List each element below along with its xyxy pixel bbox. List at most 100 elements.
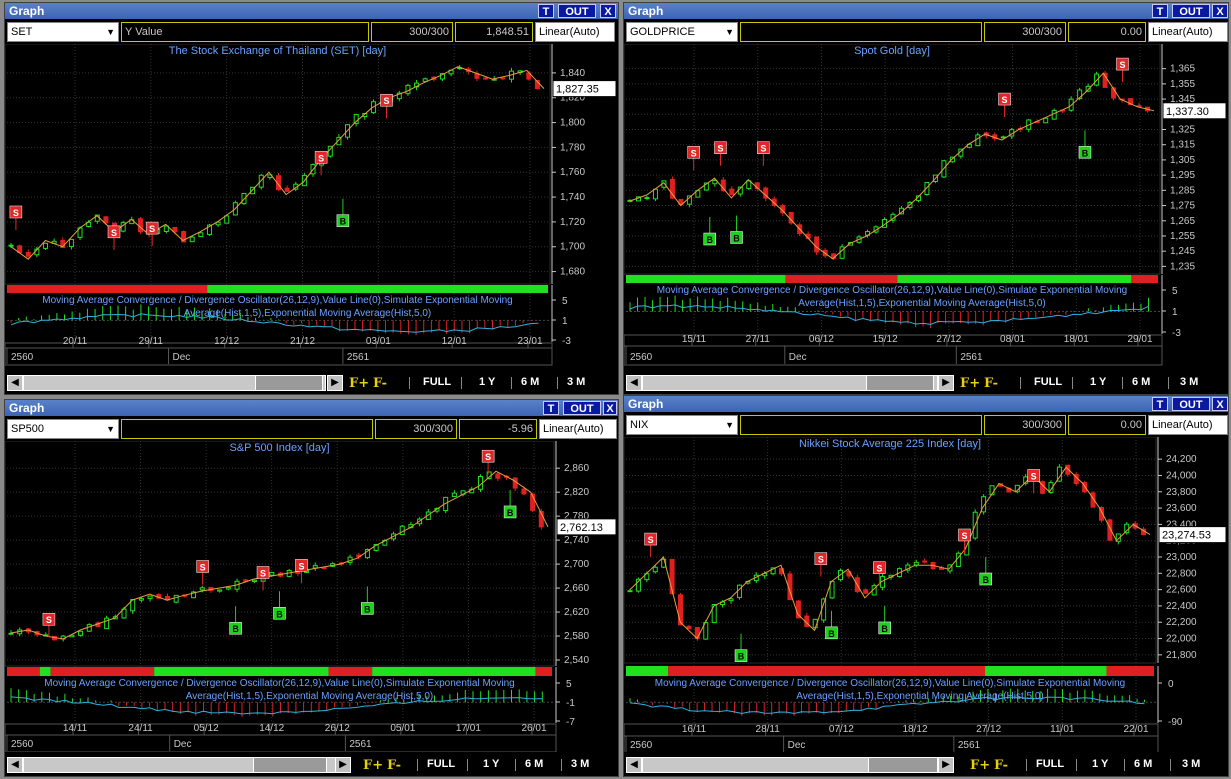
date-tick-label: 15/11	[682, 334, 707, 345]
sell-signal-label: S	[961, 531, 967, 541]
trend-band-segment	[207, 285, 549, 293]
zoom-in-button[interactable]: F+	[960, 376, 980, 391]
window-titlebar[interactable]: Graph T OUT X	[624, 3, 1228, 19]
scale-select[interactable]: Linear(Auto)	[535, 22, 615, 42]
separator	[467, 759, 468, 771]
date-tick-label: 15/12	[873, 334, 898, 345]
y-tick-label: 1,235	[1170, 261, 1195, 272]
full-button[interactable]: FULL	[1034, 376, 1062, 388]
symbol-select[interactable]: GOLDPRICE ▼	[626, 22, 738, 42]
count-value: 300/300	[375, 419, 457, 439]
date-tick-label: 07/12	[829, 724, 854, 735]
symbol-value: GOLDPRICE	[630, 26, 695, 38]
close-button[interactable]: X	[600, 4, 616, 18]
scale-select[interactable]: Linear(Auto)	[539, 419, 617, 439]
six-month-button[interactable]: 6 M	[1134, 758, 1152, 770]
scroll-thumb[interactable]	[255, 375, 323, 391]
date-tick-label: 05/12	[194, 723, 219, 734]
y-tick-label: 1,275	[1170, 201, 1195, 212]
scroll-thumb[interactable]	[866, 375, 934, 391]
scale-select[interactable]: Linear(Auto)	[1148, 22, 1228, 42]
candle	[137, 218, 143, 233]
out-button[interactable]: OUT	[558, 4, 596, 18]
zoom-out-button[interactable]: F-	[387, 758, 401, 773]
window-titlebar[interactable]: Graph T OUT X	[5, 3, 618, 19]
candle	[1000, 136, 1006, 139]
price-chart[interactable]: 1,3651,3551,3451,3351,3251,3151,3051,295…	[624, 44, 1228, 370]
sell-signal-label: S	[648, 535, 654, 545]
close-button[interactable]: X	[1212, 4, 1228, 18]
y-tick-label: 23,600	[1166, 503, 1197, 514]
field-label	[121, 419, 373, 439]
scroll-thumb[interactable]	[868, 757, 938, 773]
candle	[678, 594, 684, 626]
one-year-button[interactable]: 1 Y	[1092, 758, 1108, 770]
scroll-left-icon[interactable]: ◀	[626, 375, 642, 391]
scroll-thumb[interactable]	[253, 757, 327, 773]
t-button[interactable]: T	[543, 401, 559, 415]
scroll-left-icon[interactable]: ◀	[7, 757, 23, 773]
t-button[interactable]: T	[538, 4, 554, 18]
trend-band-segment	[50, 667, 155, 676]
t-button[interactable]: T	[1152, 397, 1168, 411]
t-button[interactable]: T	[1152, 4, 1168, 18]
one-year-button[interactable]: 1 Y	[479, 376, 495, 388]
six-month-button[interactable]: 6 M	[521, 376, 539, 388]
chart-title: The Stock Exchange of Thailand (SET) [da…	[169, 45, 386, 57]
year-label: 2561	[960, 352, 983, 363]
scroll-left-icon[interactable]: ◀	[626, 757, 642, 773]
six-month-button[interactable]: 6 M	[1132, 376, 1150, 388]
three-month-button[interactable]: 3 M	[567, 376, 585, 388]
graph-window-gold: Graph T OUT X GOLDPRICE ▼ 300/300 0.00 Li…	[623, 2, 1229, 395]
year-label: 2560	[630, 352, 653, 363]
window-title: Graph	[628, 397, 664, 411]
osc-tick-label: -1	[566, 698, 575, 709]
symbol-select[interactable]: SET ▼	[7, 22, 119, 42]
close-button[interactable]: X	[603, 401, 617, 415]
out-button[interactable]: OUT	[1172, 397, 1210, 411]
full-button[interactable]: FULL	[427, 758, 455, 770]
zoom-out-button[interactable]: F-	[984, 376, 998, 391]
out-button[interactable]: OUT	[1172, 4, 1210, 18]
three-month-button[interactable]: 3 M	[1180, 376, 1198, 388]
y-tick-label: 24,000	[1166, 470, 1197, 481]
full-button[interactable]: FULL	[423, 376, 451, 388]
zoom-in-button[interactable]: F+	[363, 758, 383, 773]
price-chart[interactable]: 24,20024,00023,80023,60023,40023,20023,0…	[624, 437, 1228, 752]
count-value: 300/300	[984, 22, 1066, 42]
zoom-out-button[interactable]: F-	[994, 758, 1008, 773]
scroll-right-icon[interactable]: ▶	[335, 757, 351, 773]
window-titlebar[interactable]: Graph T OUT X	[624, 396, 1228, 412]
three-month-button[interactable]: 3 M	[571, 758, 589, 770]
price-chart[interactable]: 1,8401,8201,8001,7801,7601,7401,7201,700…	[5, 44, 618, 370]
three-month-button[interactable]: 3 M	[1182, 758, 1200, 770]
date-tick-label: 26/12	[325, 723, 350, 734]
scale-select[interactable]: Linear(Auto)	[1148, 415, 1228, 435]
zoom-out-button[interactable]: F-	[373, 376, 387, 391]
trend-band-segment	[626, 275, 786, 283]
one-year-button[interactable]: 1 Y	[483, 758, 499, 770]
y-tick-label: 22,400	[1166, 601, 1197, 612]
one-year-button[interactable]: 1 Y	[1090, 376, 1106, 388]
scroll-left-icon[interactable]: ◀	[7, 375, 23, 391]
full-button[interactable]: FULL	[1036, 758, 1064, 770]
scroll-right-icon[interactable]: ▶	[327, 375, 343, 391]
symbol-select[interactable]: SP500 ▼	[7, 419, 119, 439]
six-month-button[interactable]: 6 M	[525, 758, 543, 770]
close-button[interactable]: X	[1212, 397, 1228, 411]
chevron-down-icon: ▼	[725, 27, 734, 37]
scroll-right-icon[interactable]: ▶	[938, 375, 954, 391]
oscillator-label-2: Average(Hist,1,5),Exponential Moving Ave…	[184, 308, 432, 319]
out-button[interactable]: OUT	[563, 401, 601, 415]
y-tick-label: 22,200	[1166, 617, 1197, 628]
price-chart[interactable]: 2,8602,8202,7802,7402,7002,6602,6202,580…	[5, 441, 618, 752]
trend-band-segment	[7, 667, 40, 676]
nav-bar: ◀ ▶ F+ F- FULL 1 Y 6 M 3 M	[624, 754, 1228, 776]
scroll-right-icon[interactable]: ▶	[938, 757, 954, 773]
zoom-in-button[interactable]: F+	[349, 376, 369, 391]
date-tick-label: 27/11	[746, 334, 771, 345]
zoom-in-button[interactable]: F+	[970, 758, 990, 773]
window-titlebar[interactable]: Graph T OUT X	[5, 400, 618, 416]
symbol-select[interactable]: NIX ▼	[626, 415, 738, 435]
sell-signal-label: S	[818, 555, 824, 565]
